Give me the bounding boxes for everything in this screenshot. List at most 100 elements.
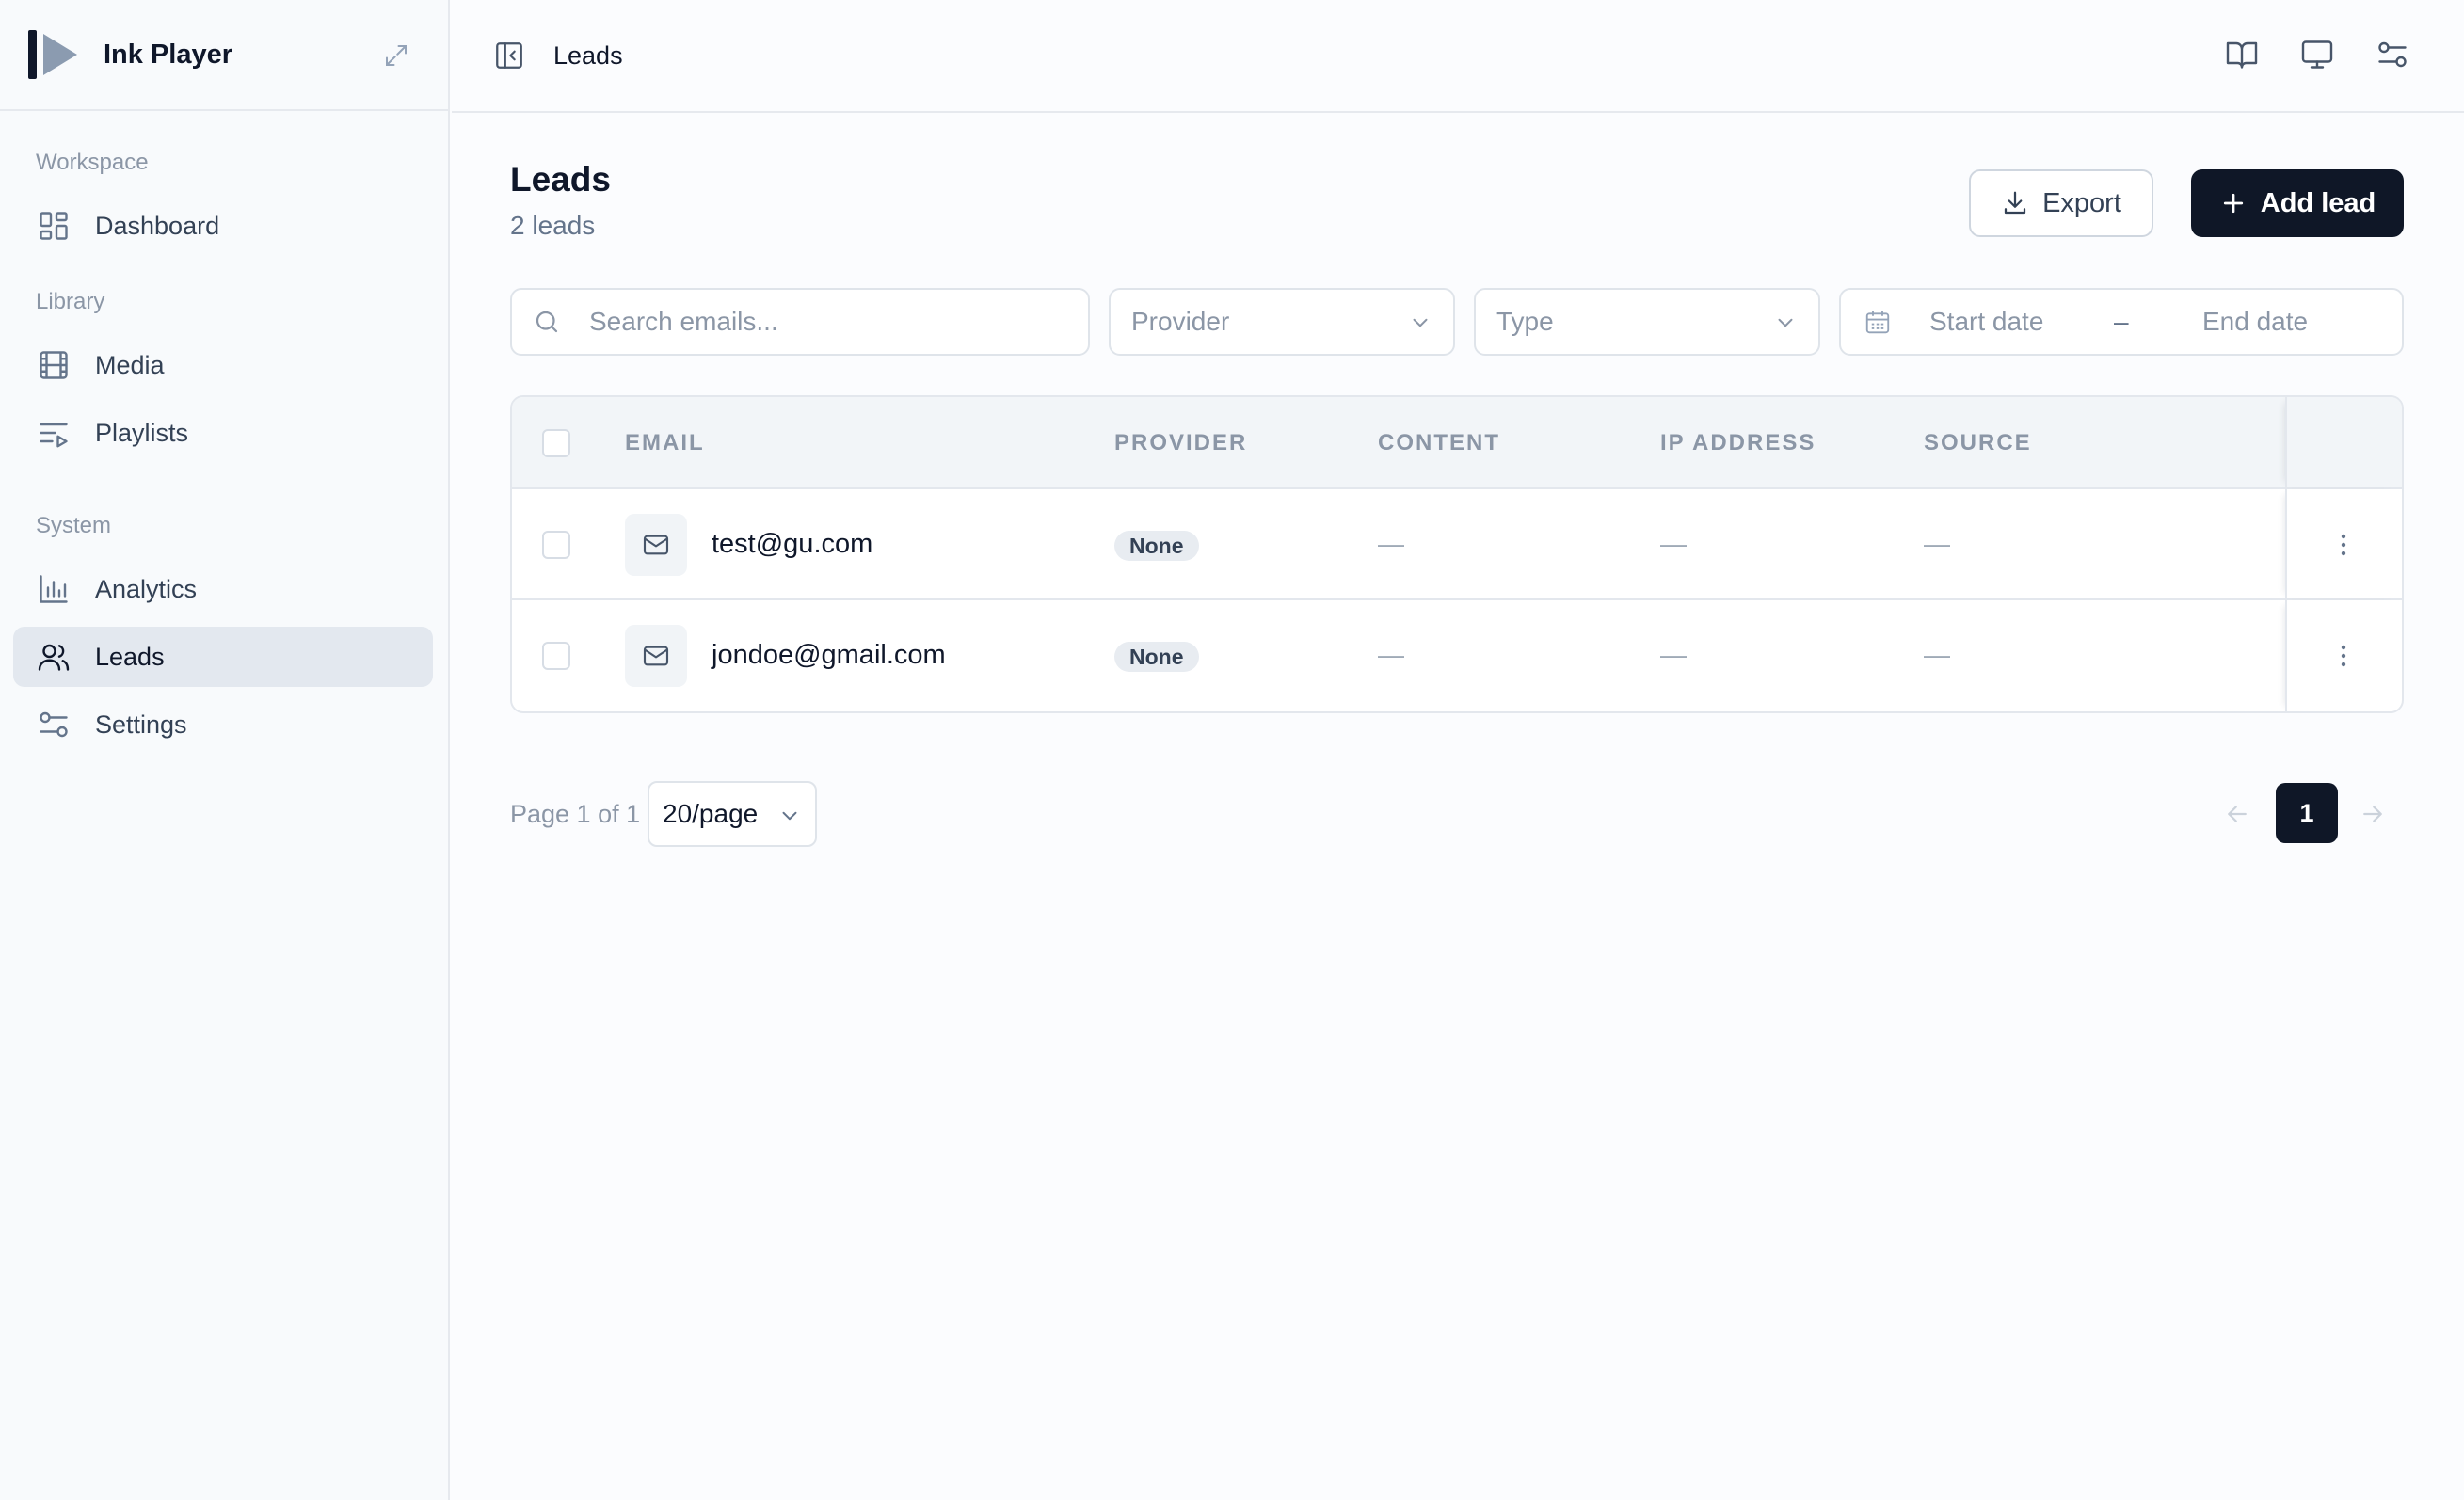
film-icon (40, 351, 68, 379)
chevron-down-icon (1778, 318, 1793, 327)
table-row[interactable]: test@gu.com None — — — (512, 489, 2402, 600)
provider-placeholder: Provider (1131, 307, 1230, 336)
table-header: EMAIL PROVIDER CONTENT IP ADDRESS SOURCE (512, 397, 2402, 489)
select-all-checkbox[interactable] (542, 429, 570, 457)
dashboard-icon (40, 212, 68, 240)
monitor-icon[interactable] (2300, 38, 2334, 72)
per-page-value: 20/page (663, 799, 759, 828)
sliders-icon[interactable] (2376, 38, 2409, 72)
provider-badge: None (1114, 642, 1199, 672)
top-actions (2225, 38, 2409, 72)
sidebar-item-label: Dashboard (95, 211, 220, 240)
sidebar-item-playlists[interactable]: Playlists (13, 403, 433, 463)
start-date-placeholder[interactable]: Start date (1929, 307, 2043, 337)
top-bar: Leads (452, 0, 2464, 113)
bar-chart-icon (40, 575, 68, 603)
provider-select[interactable]: Provider (1109, 288, 1455, 356)
table-row[interactable]: jondoe@gmail.com None — — — (512, 600, 2402, 711)
date-separator: – (2114, 307, 2129, 336)
leads-table: EMAIL PROVIDER CONTENT IP ADDRESS SOURCE… (510, 395, 2404, 713)
source-cell: — (1924, 529, 1950, 558)
type-select[interactable]: Type (1474, 288, 1820, 356)
users-icon (38, 644, 70, 671)
column-header-ip-address[interactable]: IP ADDRESS (1660, 397, 1816, 489)
ip-address-cell: — (1660, 529, 1687, 558)
per-page-select[interactable]: 20/page (648, 781, 817, 847)
page-button-current[interactable]: 1 (2276, 783, 2338, 843)
arrow-left-icon[interactable] (2223, 800, 2251, 828)
add-lead-label: Add lead (2260, 187, 2376, 218)
pagination: Page 1 of 1 20/page 1 (510, 781, 2404, 849)
chevron-down-icon (782, 811, 797, 821)
lead-email: jondoe@gmail.com (712, 640, 946, 670)
provider-badge: None (1114, 531, 1199, 561)
export-button[interactable]: Export (1969, 169, 2153, 237)
source-cell: — (1924, 640, 1950, 669)
end-date-placeholder[interactable]: End date (2202, 307, 2308, 337)
more-vertical-icon[interactable] (2332, 642, 2355, 670)
ink-player-logo-icon (28, 30, 77, 79)
mail-icon (643, 646, 669, 666)
sidebar-item-dashboard[interactable]: Dashboard (13, 196, 433, 256)
sidebar-item-label: Leads (95, 642, 165, 671)
playlist-icon (40, 423, 68, 448)
sidebar-item-label: Playlists (95, 418, 189, 447)
type-placeholder: Type (1496, 307, 1554, 336)
mail-icon (643, 535, 669, 555)
nav-section-library: Library Media Playlists (0, 286, 448, 463)
search-icon (536, 311, 558, 333)
nav-heading: Workspace (36, 150, 149, 175)
add-lead-button[interactable]: Add lead (2191, 169, 2404, 237)
sidebar-item-leads[interactable]: Leads (13, 627, 433, 687)
download-icon (2004, 191, 2026, 215)
app-name: Ink Player (104, 39, 233, 70)
expand-icon[interactable] (382, 41, 410, 70)
content-cell: — (1378, 640, 1404, 669)
ip-address-cell: — (1660, 640, 1687, 669)
sidebar-item-label: Settings (95, 710, 187, 739)
sidebar: Ink Player Workspace Dashboard Library M… (0, 0, 450, 1500)
date-range-picker[interactable]: Start date – End date (1839, 288, 2404, 356)
book-icon[interactable] (2225, 38, 2259, 72)
sliders-icon (40, 711, 68, 738)
lead-email: test@gu.com (712, 529, 873, 559)
content-cell: — (1378, 529, 1404, 558)
page-header: Leads 2 leads Export Add lead (510, 113, 2404, 288)
brand-header: Ink Player (0, 0, 448, 111)
nav-heading: Library (36, 289, 105, 314)
calendar-icon (1865, 311, 1890, 334)
nav-section-system: System Analytics Leads Settings (0, 510, 448, 755)
chevron-down-icon (1413, 318, 1428, 327)
page-info: Page 1 of 1 (510, 800, 641, 828)
plus-icon (2223, 193, 2243, 214)
lead-count: 2 leads (510, 211, 596, 240)
sidebar-item-label: Analytics (95, 574, 198, 603)
sidebar-item-label: Media (95, 350, 165, 379)
column-header-content[interactable]: CONTENT (1378, 397, 1500, 489)
filter-bar: Search emails... Provider Type Start dat… (510, 288, 2404, 358)
sidebar-item-analytics[interactable]: Analytics (13, 559, 433, 619)
sidebar-toggle-icon[interactable] (493, 40, 525, 72)
email-avatar (625, 514, 687, 576)
search-input[interactable]: Search emails... (510, 288, 1090, 356)
breadcrumb: Leads (553, 40, 623, 70)
export-label: Export (2042, 187, 2121, 218)
column-header-source[interactable]: SOURCE (1924, 397, 2032, 489)
email-avatar (625, 625, 687, 687)
actions-column-header (2285, 397, 2402, 487)
page-title: Leads (510, 160, 611, 199)
row-checkbox[interactable] (542, 531, 570, 559)
arrow-right-icon[interactable] (2359, 800, 2387, 828)
column-header-provider[interactable]: PROVIDER (1114, 397, 1247, 489)
sidebar-item-settings[interactable]: Settings (13, 694, 433, 755)
nav-section-workspace: Workspace Dashboard (0, 147, 448, 256)
sidebar-item-media[interactable]: Media (13, 335, 433, 395)
search-placeholder: Search emails... (589, 307, 778, 336)
more-vertical-icon[interactable] (2332, 531, 2355, 559)
row-actions-cell (2285, 600, 2402, 711)
row-actions-cell (2285, 489, 2402, 598)
column-header-email[interactable]: EMAIL (625, 397, 705, 489)
main-content: Leads 2 leads Export Add lead Search ema… (510, 113, 2404, 849)
row-checkbox[interactable] (542, 642, 570, 670)
nav-heading: System (36, 513, 112, 538)
